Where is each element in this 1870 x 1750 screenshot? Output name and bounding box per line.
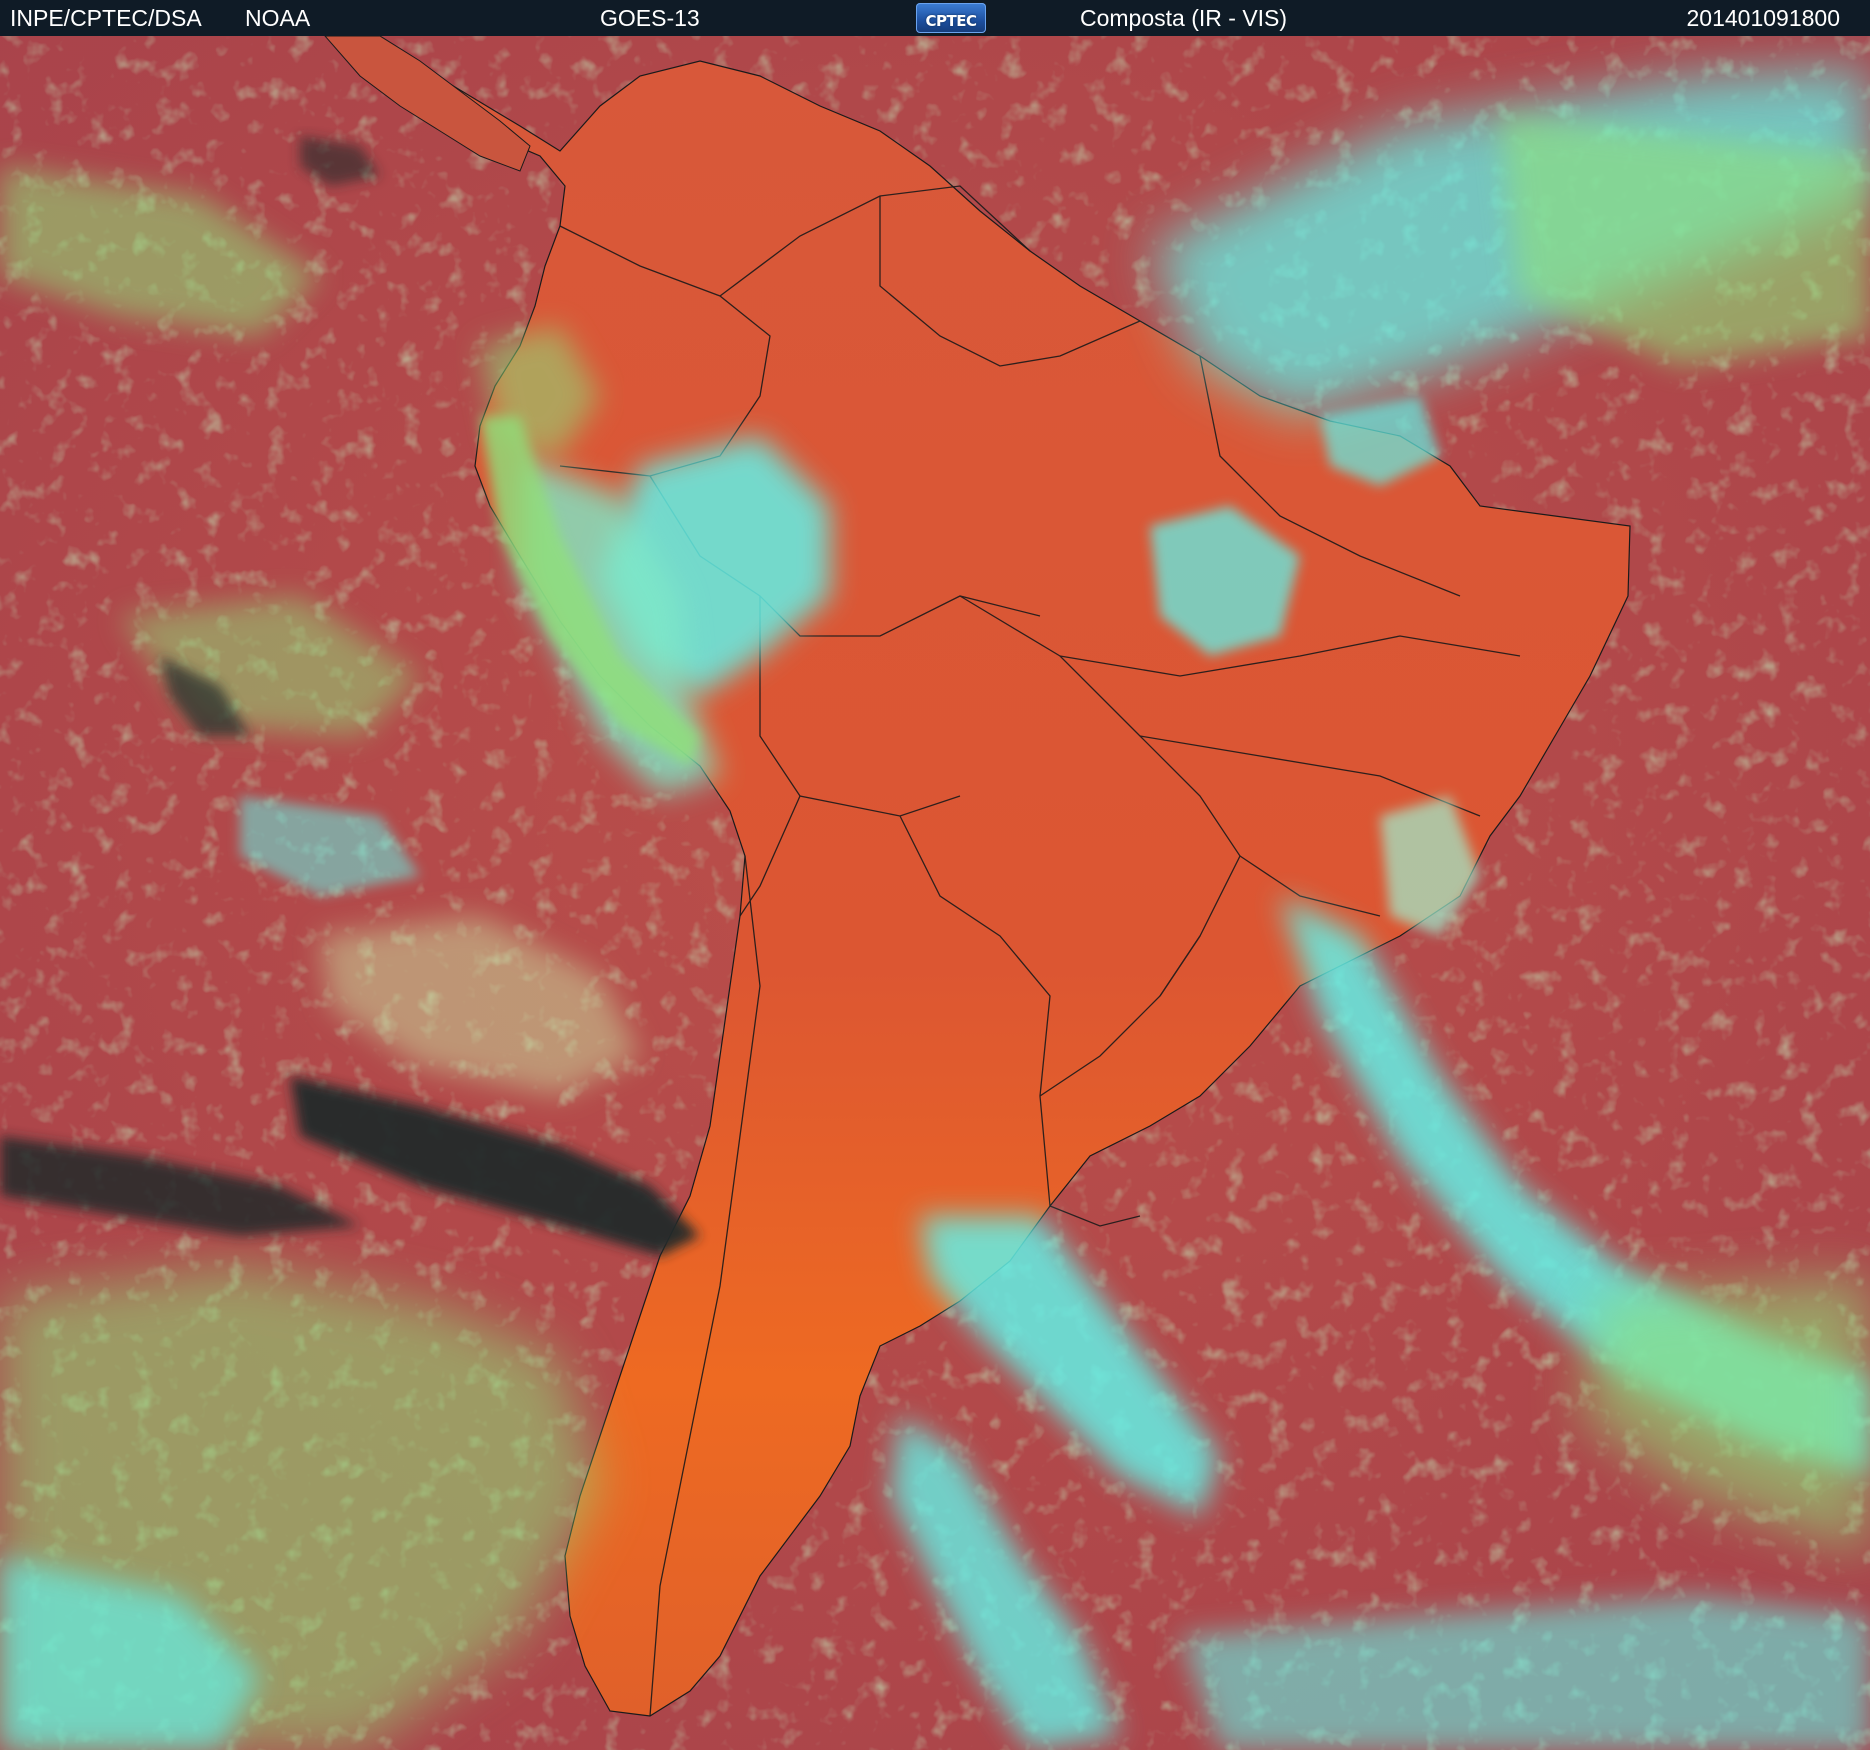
product-label: Composta (IR - VIS) (1080, 5, 1288, 31)
satellite-viewer: INPE/CPTEC/DSA NOAA GOES-13 CPTEC Compos… (0, 0, 1870, 1750)
logo-text: CPTEC (925, 12, 978, 30)
satellite-label: GOES-13 (600, 5, 700, 31)
agency-label: NOAA (245, 5, 311, 31)
timestamp-label: 201401091800 (1686, 5, 1841, 31)
cptec-logo: CPTEC (916, 3, 986, 33)
source-label: INPE/CPTEC/DSA (10, 5, 202, 31)
image-header-bar: INPE/CPTEC/DSA NOAA GOES-13 CPTEC Compos… (0, 0, 1870, 36)
satellite-composite-map[interactable] (0, 36, 1870, 1750)
